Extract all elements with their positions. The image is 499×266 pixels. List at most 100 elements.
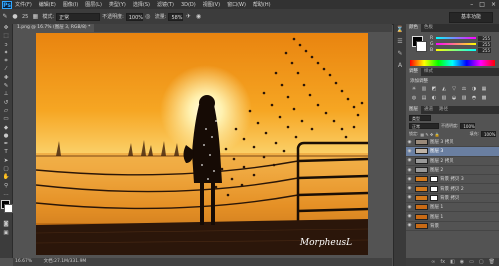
- healing-tool-icon[interactable]: ✚: [0, 74, 12, 82]
- layer-row[interactable]: ◉ 图层 1: [406, 212, 499, 222]
- blue-slider[interactable]: B 255: [430, 47, 499, 53]
- maximize-button[interactable]: □: [479, 1, 485, 8]
- flow-field[interactable]: 58%: [168, 12, 184, 21]
- hand-tool-icon[interactable]: ✋: [0, 173, 12, 181]
- tab-layers[interactable]: 图层: [406, 106, 421, 114]
- visibility-eye-icon[interactable]: ◉: [406, 140, 413, 145]
- pen-tool-icon[interactable]: ✒: [0, 140, 12, 148]
- path-select-tool-icon[interactable]: ➤: [0, 157, 12, 165]
- vibrance-adjust-icon[interactable]: ▽: [450, 86, 458, 93]
- shape-tool-icon[interactable]: ▢: [0, 165, 12, 173]
- layer-mask-thumbnail[interactable]: [430, 194, 438, 201]
- photo-filter-adjust-icon[interactable]: ▦: [480, 86, 488, 93]
- blue-value[interactable]: 255: [478, 47, 491, 53]
- move-tool-icon[interactable]: ✥: [0, 24, 12, 32]
- dodge-tool-icon[interactable]: ●: [0, 132, 12, 140]
- layer-row[interactable]: ◉ 背景 拷贝 2: [406, 184, 499, 194]
- layer-row[interactable]: ◉ 图层 3 拷贝: [406, 138, 499, 148]
- brush-preset-icon[interactable]: ●: [10, 13, 20, 21]
- link-layers-icon[interactable]: ∞: [431, 258, 435, 266]
- gradient-tool-icon[interactable]: ▭: [0, 115, 12, 123]
- history-brush-tool-icon[interactable]: ↺: [0, 99, 12, 107]
- menu-edit[interactable]: 编辑(E): [39, 1, 56, 8]
- tab-channels[interactable]: 通道: [421, 106, 436, 114]
- layer-mask-thumbnail[interactable]: [430, 185, 438, 192]
- visibility-eye-icon[interactable]: ◉: [406, 223, 413, 228]
- mode-select[interactable]: 正常: [56, 12, 101, 21]
- layer-blend-mode[interactable]: 正常: [409, 123, 439, 129]
- layer-row[interactable]: ◉ 背景 拷贝: [406, 194, 499, 204]
- eraser-tool-icon[interactable]: ▱: [0, 107, 12, 115]
- add-mask-icon[interactable]: ◧: [450, 258, 455, 266]
- tab-paths[interactable]: 路径: [436, 106, 451, 114]
- type-tool-icon[interactable]: T: [0, 148, 12, 156]
- layer-row[interactable]: ◉ 图层 2 拷贝: [406, 157, 499, 166]
- close-button[interactable]: ×: [491, 1, 496, 8]
- lasso-tool-icon[interactable]: ↄ: [0, 41, 12, 49]
- posterize-adjust-icon[interactable]: ▧: [440, 95, 448, 102]
- menu-3d[interactable]: 3D(D): [181, 2, 196, 8]
- visibility-eye-icon[interactable]: ◉: [406, 195, 413, 200]
- layer-kind-filter[interactable]: 类型: [409, 115, 431, 121]
- pressure-opacity-icon[interactable]: ◎: [143, 13, 153, 21]
- character-panel-icon[interactable]: A: [394, 60, 406, 72]
- color-swatches[interactable]: [0, 198, 13, 220]
- menu-help[interactable]: 帮助(H): [253, 1, 271, 8]
- crop-tool-icon[interactable]: ⌗: [0, 57, 12, 65]
- airbrush-icon[interactable]: ✈: [183, 13, 193, 21]
- delete-layer-icon[interactable]: 🗑: [489, 258, 495, 266]
- hue-saturation-adjust-icon[interactable]: ▩: [480, 95, 488, 102]
- panel-background-color[interactable]: [416, 41, 427, 52]
- tab-adjustments[interactable]: 调整: [406, 68, 421, 76]
- menu-file[interactable]: 文件(F): [15, 1, 32, 8]
- brush-panel-icon[interactable]: ▦: [30, 13, 40, 21]
- background-color[interactable]: [4, 204, 13, 214]
- visibility-eye-icon[interactable]: ◉: [406, 214, 413, 219]
- properties-panel-icon[interactable]: ☰: [394, 36, 406, 48]
- tab-swatches[interactable]: 色板: [421, 24, 436, 32]
- more-tools-icon[interactable]: …: [0, 190, 12, 198]
- visibility-eye-icon[interactable]: ◉: [406, 158, 413, 163]
- channel-mixer-adjust-icon[interactable]: ◍: [410, 95, 418, 102]
- red-value[interactable]: 255: [478, 35, 491, 41]
- invert-adjust-icon[interactable]: ◐: [430, 95, 438, 102]
- lock-icons[interactable]: ▦ ✎ ✥ 🔒: [420, 132, 467, 137]
- brush-panel-icon[interactable]: ✎: [394, 48, 406, 60]
- layer-opacity-field[interactable]: 100%: [460, 123, 476, 129]
- layer-row[interactable]: ◉ 图层 3: [406, 147, 499, 157]
- zoom-tool-icon[interactable]: ⚲: [0, 182, 12, 190]
- eyedropper-tool-icon[interactable]: ⁄: [0, 65, 12, 73]
- stamp-tool-icon[interactable]: ⊥: [0, 90, 12, 98]
- menu-type[interactable]: 类型(Y): [109, 1, 126, 8]
- opacity-field[interactable]: 100%: [125, 12, 143, 21]
- visibility-eye-icon[interactable]: ◉: [406, 168, 413, 173]
- tab-styles[interactable]: 样式: [421, 68, 436, 76]
- color-balance-adjust-icon[interactable]: ⚖: [460, 86, 468, 93]
- tab-color[interactable]: 颜色: [406, 24, 421, 32]
- adjustment-layer-icon[interactable]: ◉: [460, 258, 464, 266]
- visibility-eye-icon[interactable]: ◉: [406, 149, 413, 154]
- color-lookup-adjust-icon[interactable]: ▤: [420, 95, 428, 102]
- document-canvas[interactable]: MorpheusL: [36, 33, 368, 255]
- history-panel-icon[interactable]: ⌛: [394, 24, 406, 36]
- quick-select-tool-icon[interactable]: ✦: [0, 49, 12, 57]
- layer-mask-thumbnail[interactable]: [430, 176, 438, 183]
- visibility-eye-icon[interactable]: ◉: [406, 177, 413, 182]
- selective-color-adjust-icon[interactable]: ◓: [470, 95, 478, 102]
- marquee-tool-icon[interactable]: ⬚: [0, 32, 12, 40]
- menu-filter[interactable]: 滤镜(T): [157, 1, 174, 8]
- layer-row[interactable]: ◉ 图层 1: [406, 203, 499, 213]
- zoom-level[interactable]: 16.67%: [15, 259, 32, 264]
- layer-row[interactable]: ◉ 图层 2: [406, 166, 499, 176]
- new-layer-icon[interactable]: ▢: [479, 258, 484, 266]
- menu-layer[interactable]: 图层(L): [85, 1, 102, 8]
- screen-mode-icon[interactable]: ▣: [0, 229, 12, 237]
- menu-image[interactable]: 图像(I): [63, 1, 78, 8]
- green-value[interactable]: 255: [478, 41, 491, 47]
- black-white-adjust-icon[interactable]: ◑: [470, 86, 478, 93]
- gradient-map-adjust-icon[interactable]: ▨: [460, 95, 468, 102]
- curves-adjust-icon[interactable]: ◩: [430, 86, 438, 93]
- brush-tool-icon[interactable]: ✎: [0, 13, 10, 21]
- threshold-adjust-icon[interactable]: ◒: [450, 95, 458, 102]
- menu-window[interactable]: 窗口(W): [227, 1, 246, 8]
